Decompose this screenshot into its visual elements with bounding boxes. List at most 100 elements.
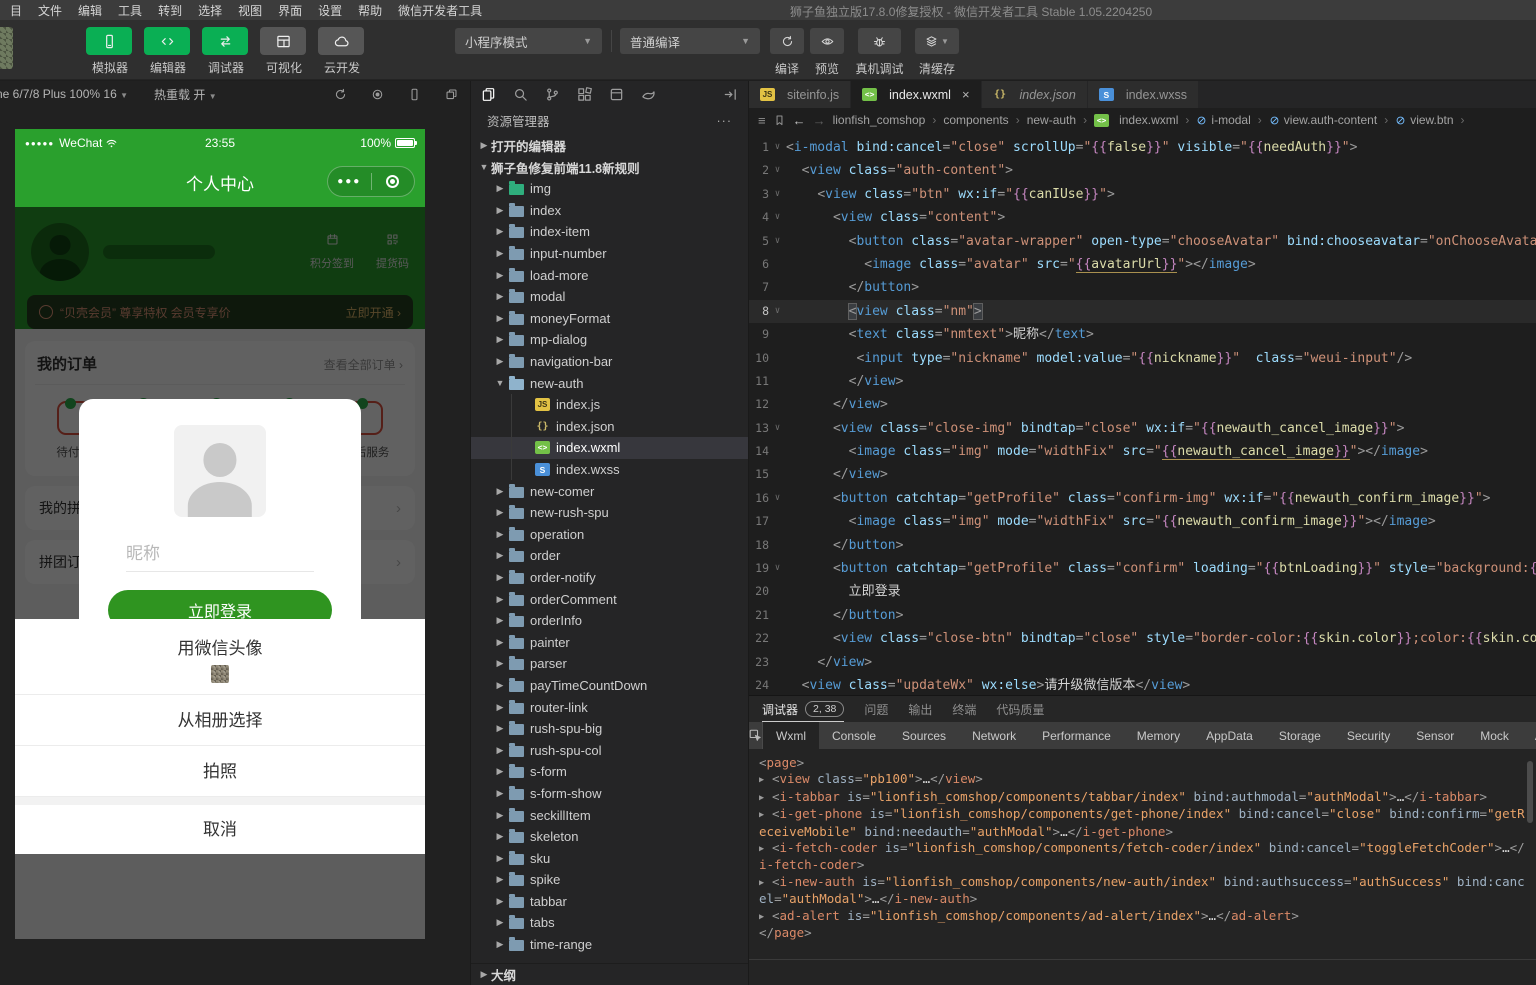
expand-arrow-icon[interactable]: ▶ xyxy=(759,875,772,891)
breadcrumb-item[interactable]: view.btn xyxy=(1395,113,1454,127)
sheet-item[interactable]: 从相册选择 xyxy=(15,695,425,746)
wxml-tree-node[interactable]: </page> xyxy=(759,925,1526,941)
close-icon[interactable]: × xyxy=(962,87,970,102)
code-line[interactable]: 1 ∨ <i-modal bind:cancel="close" scrollUp=… xyxy=(749,136,1536,159)
extensions-icon[interactable] xyxy=(577,86,592,102)
device-frame-icon[interactable] xyxy=(408,88,421,101)
tree-item-rush-spu-col[interactable]: ▶ rush-spu-col xyxy=(471,739,748,761)
tree-item-mp-dialog[interactable]: ▶ mp-dialog xyxy=(471,329,748,351)
tree-item-moneyFormat[interactable]: ▶ moneyFormat xyxy=(471,308,748,330)
tree-item-operation[interactable]: ▶ operation xyxy=(471,524,748,546)
toolbar-refresh-button[interactable] xyxy=(770,28,804,54)
code-line[interactable]: 6 <image class="avatar" src="{{avatarUrl… xyxy=(749,253,1536,276)
code-line[interactable]: 19 ∨ <button catchtap="getProfile" class=… xyxy=(749,557,1536,580)
menu-item[interactable]: 目 xyxy=(2,2,30,19)
tree-item-load-more[interactable]: ▶ load-more xyxy=(471,264,748,286)
code-line[interactable]: 18 </button> xyxy=(749,534,1536,557)
user-avatar[interactable] xyxy=(0,27,13,69)
device-select[interactable]: ne 6/7/8 Plus 100% 16 ▼ xyxy=(0,87,128,101)
toolbar-bug-button[interactable] xyxy=(858,28,901,54)
panel-tab-问题[interactable]: 问题 xyxy=(864,696,888,722)
breadcrumb-item[interactable]: new-auth xyxy=(1027,113,1076,127)
tree-item-index[interactable]: ▶ index xyxy=(471,200,748,222)
code-line[interactable]: 20 立即登录 xyxy=(749,580,1536,603)
nav-back-icon[interactable]: ← xyxy=(793,113,806,128)
expand-arrow-icon[interactable]: ▶ xyxy=(759,909,772,925)
tree-item-index.wxss[interactable]: Sindex.wxss xyxy=(471,458,748,481)
collapse-sidebar-icon[interactable] xyxy=(723,87,738,102)
scrollbar-thumb[interactable] xyxy=(1527,761,1533,823)
code-line[interactable]: 7 </button> xyxy=(749,276,1536,299)
tree-item-modal[interactable]: ▶ modal xyxy=(471,286,748,308)
code-line[interactable]: 21 </button> xyxy=(749,604,1536,627)
toolbar-cloud-button[interactable]: 云开发 xyxy=(318,27,366,76)
code-line[interactable]: 24 <view class="updateWx" wx:else>请升级微信版… xyxy=(749,674,1536,695)
code-line[interactable]: 17 <image class="img" mode="widthFix" sr… xyxy=(749,510,1536,533)
toolbar-swap-button[interactable]: 调试器 xyxy=(202,27,250,76)
tree-item-payTimeCountDown[interactable]: ▶ payTimeCountDown xyxy=(471,675,748,697)
code-line[interactable]: 4 ∨ <view class="content"> xyxy=(749,206,1536,229)
editor-tab-siteinfo.js[interactable]: JS siteinfo.js xyxy=(749,81,852,108)
source-control-icon[interactable] xyxy=(545,87,560,102)
search-icon[interactable] xyxy=(513,87,528,102)
breadcrumb-item[interactable]: i-modal xyxy=(1196,113,1251,127)
wxml-tree-node[interactable]: <page> xyxy=(759,755,1526,771)
wxml-tree-node[interactable]: ▶ <ad-alert is="lionfish_comshop/componen… xyxy=(759,908,1526,925)
toolbar-layout-button[interactable]: 可视化 xyxy=(260,27,308,76)
devtools-tab-Network[interactable]: Network xyxy=(959,722,1029,749)
tree-item-tabs[interactable]: ▶ tabs xyxy=(471,912,748,934)
tree-item-time-range[interactable]: ▶ time-range xyxy=(471,934,748,956)
wxml-tree-node[interactable]: ▶ <i-fetch-coder is="lionfish_comshop/com… xyxy=(759,840,1526,874)
panel-tab-调试器[interactable]: 调试器 2, 38 xyxy=(762,696,845,722)
tree-item-new-rush-spu[interactable]: ▶ new-rush-spu xyxy=(471,502,748,524)
breadcrumb-item[interactable]: components xyxy=(943,113,1008,127)
devtools-tab-AppData[interactable]: AppData xyxy=(1193,722,1266,749)
hot-reload-toggle[interactable]: 热重载 开 ▼ xyxy=(154,86,217,103)
code-line[interactable]: 2 ∨ <view class="auth-content"> xyxy=(749,159,1536,182)
tree-item-index-item[interactable]: ▶ index-item xyxy=(471,221,748,243)
panel-tab-代码质量[interactable]: 代码质量 xyxy=(996,696,1044,722)
code-editor[interactable]: 1 ∨ <i-modal bind:cancel="close" scrollUp=… xyxy=(749,132,1536,695)
docker-whale-icon[interactable] xyxy=(641,87,656,102)
menu-item[interactable]: 界面 xyxy=(270,2,310,19)
editor-tab-index.wxml[interactable]: <> index.wxml × xyxy=(851,81,982,108)
bookmark-icon[interactable] xyxy=(773,114,786,127)
more-actions-icon[interactable]: ··· xyxy=(717,114,733,128)
tree-item-s-form-show[interactable]: ▶ s-form-show xyxy=(471,783,748,805)
toolbar-eye-button[interactable] xyxy=(810,28,844,54)
expand-arrow-icon[interactable]: ▶ xyxy=(759,841,772,857)
open-editors-section[interactable]: ▶ 打开的编辑器 xyxy=(471,134,748,156)
expand-arrow-icon[interactable]: ▶ xyxy=(759,790,772,806)
tree-item-orderInfo[interactable]: ▶ orderInfo xyxy=(471,610,748,632)
menu-item[interactable]: 选择 xyxy=(190,2,230,19)
mode-select[interactable]: 小程序模式 ▼ xyxy=(455,28,602,54)
project-root-section[interactable]: ▼ 狮子鱼修复前端11.8新规则 xyxy=(471,156,748,178)
tree-item-new-comer[interactable]: ▶ new-comer xyxy=(471,480,748,502)
inspect-element-icon[interactable] xyxy=(749,722,763,749)
code-line[interactable]: 10 <input type="nickname" model:value="{… xyxy=(749,347,1536,370)
devtools-tab-Security[interactable]: Security xyxy=(1334,722,1403,749)
menu-item[interactable]: 转到 xyxy=(150,2,190,19)
tree-item-index.json[interactable]: {} index.json xyxy=(471,415,748,438)
code-line[interactable]: 5 ∨ <button class="avatar-wrapper" open-t… xyxy=(749,230,1536,253)
editor-tab-index.json[interactable]: {} index.json xyxy=(981,81,1088,108)
expand-arrow-icon[interactable]: ▶ xyxy=(759,807,772,823)
wxml-tree-node[interactable]: ▶ <i-new-auth is="lionfish_comshop/compon… xyxy=(759,874,1526,908)
tree-item-index.js[interactable]: JS index.js xyxy=(471,393,748,416)
menu-item[interactable]: 工具 xyxy=(110,2,150,19)
outline-section[interactable]: ▶ 大纲 xyxy=(471,963,748,985)
wxml-tree-node[interactable]: ▶ <view class="pb100">…</view> xyxy=(759,771,1526,788)
breadcrumb-item[interactable]: lionfish_comshop xyxy=(833,113,926,127)
menu-item[interactable]: 帮助 xyxy=(350,2,390,19)
files-icon[interactable] xyxy=(481,87,496,102)
editor-tab-index.wxss[interactable]: Sindex.wxss xyxy=(1087,81,1199,108)
tree-item-input-number[interactable]: ▶ input-number xyxy=(471,243,748,265)
tree-item-order-notify[interactable]: ▶ order-notify xyxy=(471,567,748,589)
panel-tab-输出[interactable]: 输出 xyxy=(908,696,932,722)
tree-item-index.wxml[interactable]: <> index.wxml xyxy=(471,437,748,459)
multi-window-icon[interactable] xyxy=(445,88,458,101)
tree-item-rush-spu-big[interactable]: ▶ rush-spu-big xyxy=(471,718,748,740)
code-line[interactable]: 8 ∨ <view class="nm"> xyxy=(749,299,1536,324)
expand-arrow-icon[interactable]: ▶ xyxy=(759,772,772,788)
breadcrumb-item[interactable]: <> index.wxml xyxy=(1094,113,1178,127)
